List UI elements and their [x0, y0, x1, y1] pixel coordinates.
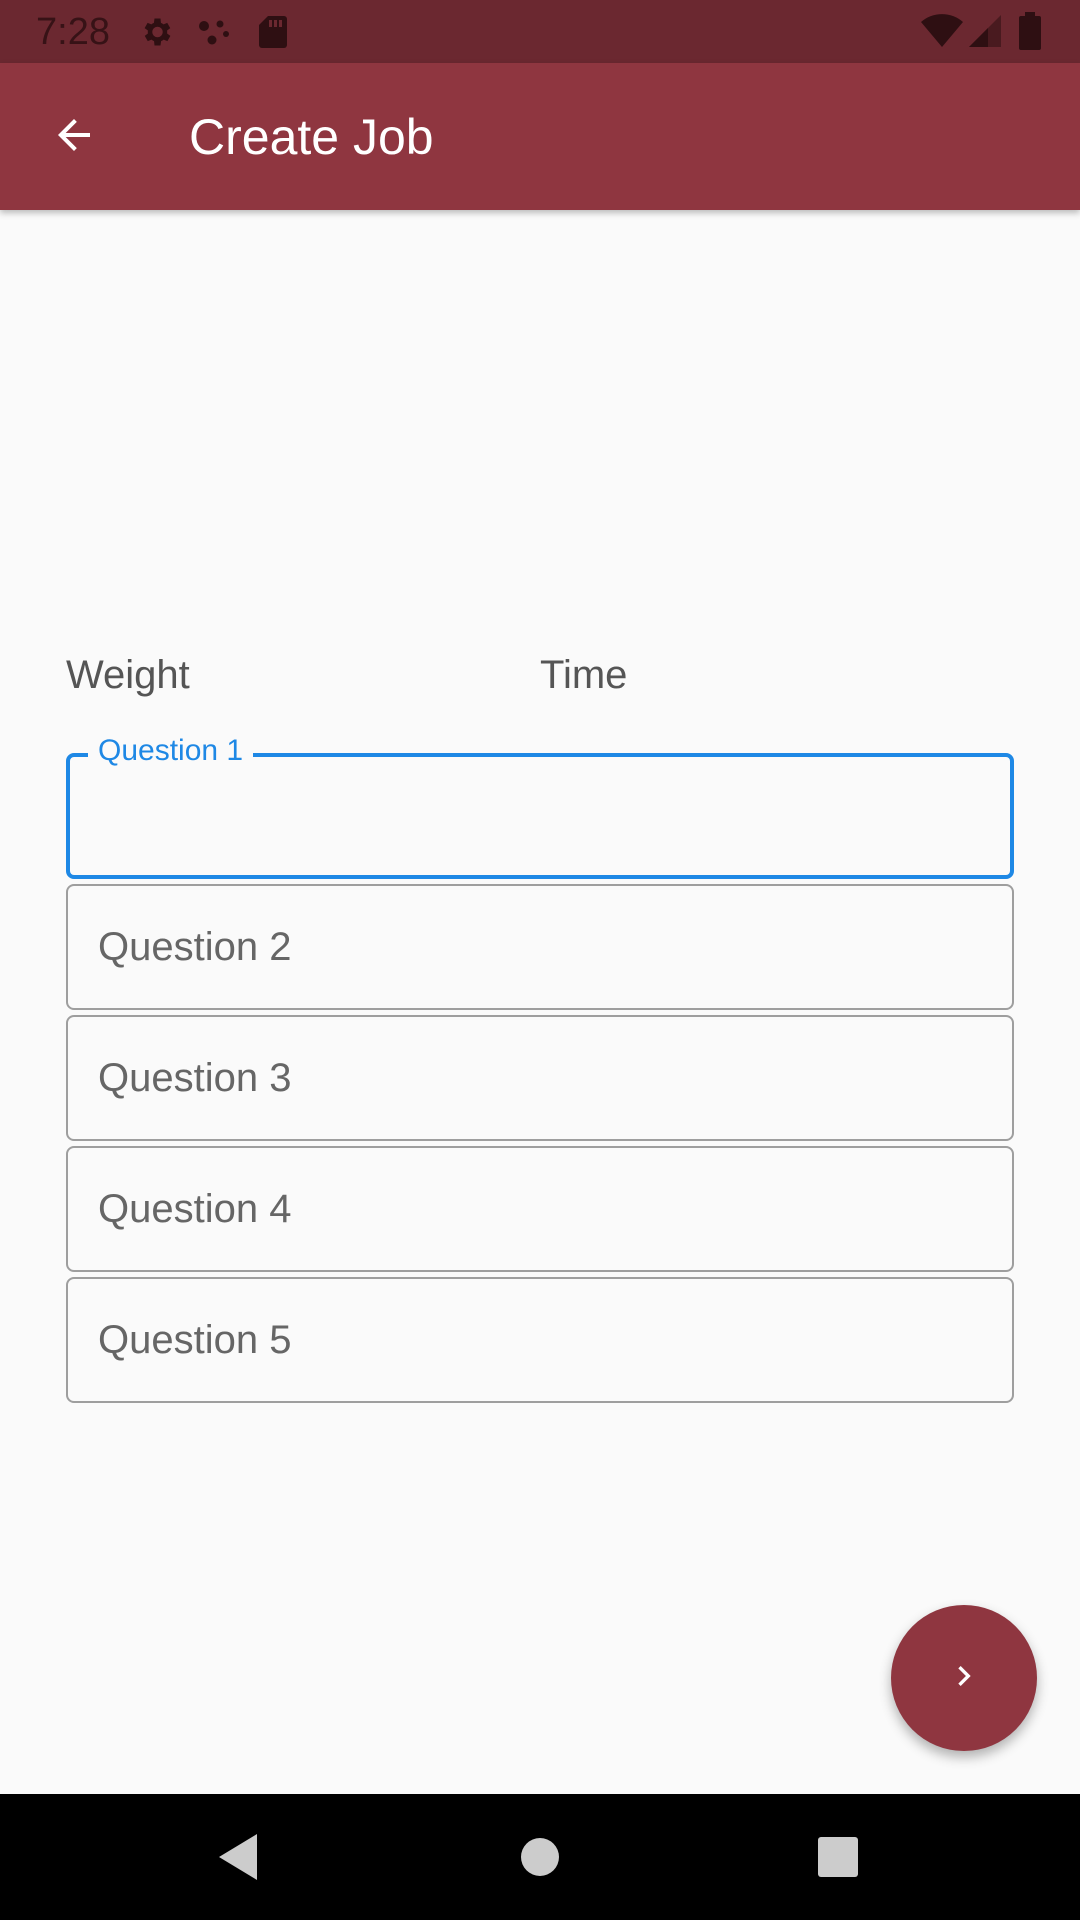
app-bar: Create Job — [0, 63, 1080, 210]
back-button[interactable] — [36, 99, 112, 175]
question-4-field[interactable]: Question 4 — [66, 1146, 1014, 1272]
navigation-bar — [0, 1794, 1080, 1920]
next-fab-button[interactable] — [891, 1605, 1037, 1751]
chevron-right-icon — [944, 1656, 984, 1701]
dots-icon — [196, 16, 232, 53]
time-label: Time — [540, 653, 628, 697]
status-time: 7:28 — [36, 11, 110, 53]
question-4-placeholder: Question 4 — [98, 1187, 292, 1231]
battery-icon — [1018, 12, 1042, 55]
question-3-placeholder: Question 3 — [98, 1056, 292, 1100]
wifi-icon — [920, 14, 964, 53]
signal-icon — [968, 14, 1002, 53]
question-2-field[interactable]: Question 2 — [66, 884, 1014, 1010]
nav-recents-button[interactable] — [803, 1824, 873, 1894]
home-circle-icon — [520, 1837, 560, 1882]
status-bar: 7:28 — [0, 0, 1080, 63]
weight-label: Weight — [66, 653, 190, 697]
question-1-label: Question 1 — [88, 731, 254, 771]
recents-square-icon — [817, 1836, 859, 1883]
question-3-field[interactable]: Question 3 — [66, 1015, 1014, 1141]
question-5-field[interactable]: Question 5 — [66, 1277, 1014, 1403]
page-title: Create Job — [189, 109, 434, 165]
back-triangle-icon — [217, 1832, 261, 1887]
question-5-placeholder: Question 5 — [98, 1318, 292, 1362]
arrow-back-icon — [50, 111, 98, 164]
nav-back-button[interactable] — [204, 1824, 274, 1894]
sd-card-icon — [258, 14, 288, 55]
screen: 7:28 Create Job Weight Time Question 1 Q… — [0, 0, 1080, 1920]
nav-home-button[interactable] — [505, 1824, 575, 1894]
settings-icon — [138, 14, 174, 55]
question-2-placeholder: Question 2 — [98, 925, 292, 969]
question-1-field[interactable]: Question 1 — [66, 731, 1014, 879]
